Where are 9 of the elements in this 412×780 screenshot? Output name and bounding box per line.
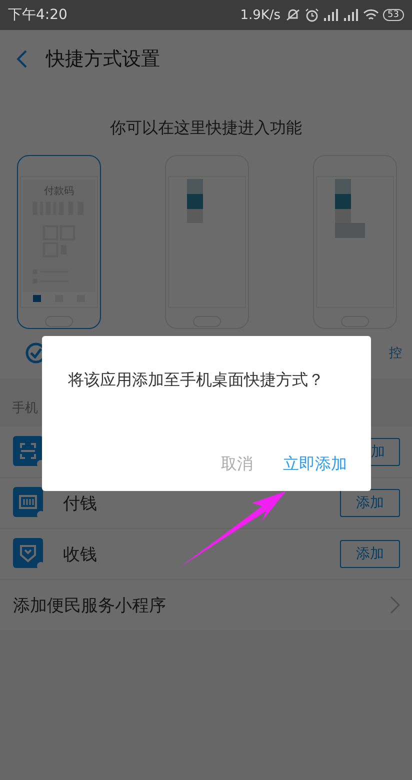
page-title: 快捷方式设置 <box>46 47 160 72</box>
dialog-message: 将该应用添加至手机桌面快捷方式？ <box>68 370 325 391</box>
intro-text: 你可以在这里快捷进入功能 <box>0 88 412 155</box>
shortcut-name: 付钱 <box>63 492 98 514</box>
shortcut-name: 收钱 <box>63 544 98 566</box>
battery-level: 53 <box>382 9 404 21</box>
status-time: 下午4:20 <box>8 6 68 24</box>
network-speed: 1.9K/s <box>240 8 281 22</box>
option-label: 控 <box>389 345 402 362</box>
